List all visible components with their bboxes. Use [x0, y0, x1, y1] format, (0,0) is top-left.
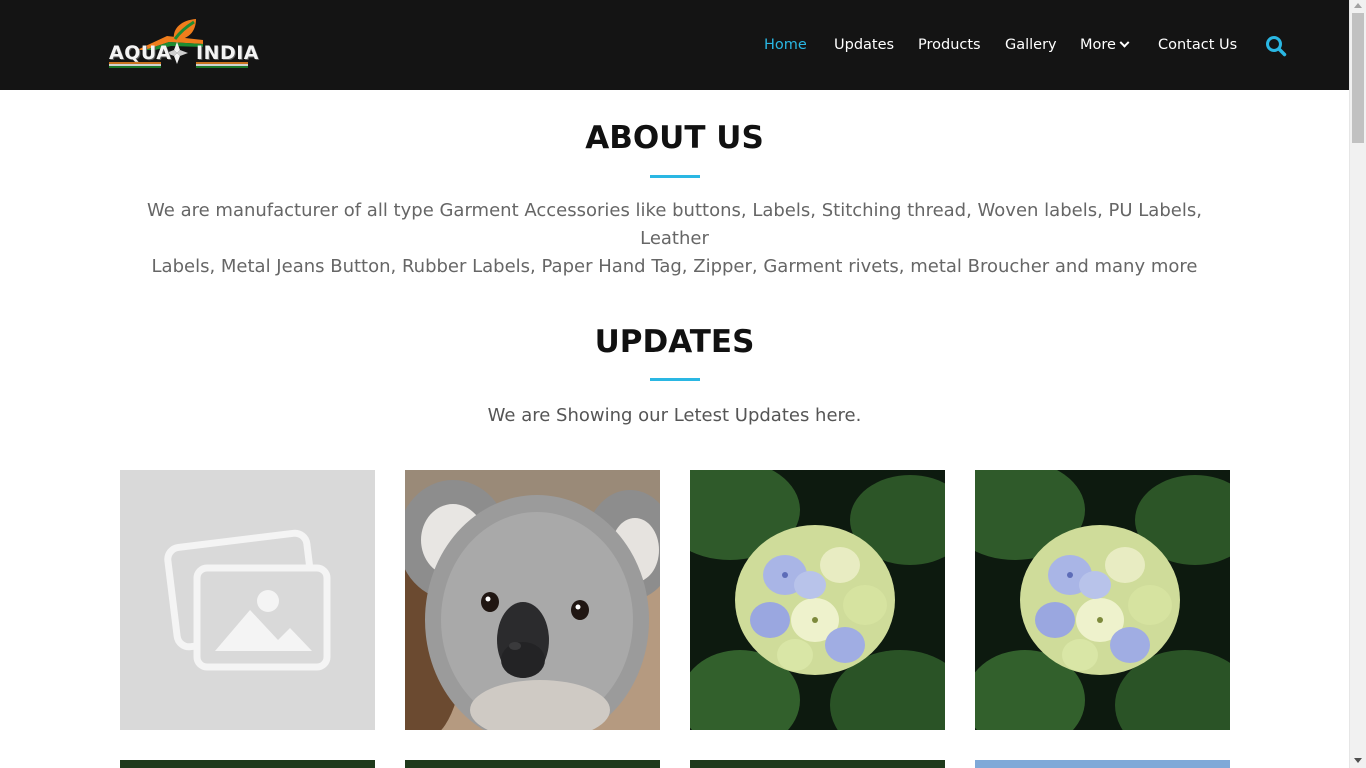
update-card-partial[interactable] [405, 760, 660, 768]
koala-image [405, 470, 660, 730]
updates-subtitle: We are Showing our Letest Updates here. [487, 405, 862, 426]
scroll-up-arrow-icon[interactable] [1354, 3, 1362, 8]
about-us-heading: ABOUT US [585, 120, 764, 156]
update-card-flower[interactable] [690, 470, 945, 730]
vertical-scrollbar[interactable] [1349, 0, 1366, 768]
about-us-description: We are manufacturer of all type Garment … [120, 197, 1229, 281]
about-heading-underline [650, 175, 700, 178]
image-placeholder-icon [164, 529, 331, 671]
updates-heading: UPDATES [594, 324, 755, 360]
chevron-down-icon [1119, 37, 1130, 48]
nav-more-dropdown[interactable]: More [1080, 35, 1130, 55]
nav-updates[interactable]: Updates [834, 35, 894, 55]
site-logo[interactable]: AQUA INDIA [107, 18, 259, 74]
update-card-partial[interactable] [690, 760, 945, 768]
nav-home[interactable]: Home [764, 35, 807, 55]
update-card-koala[interactable] [405, 470, 660, 730]
update-card-placeholder[interactable] [120, 470, 375, 730]
nav-more-label: More [1080, 37, 1116, 53]
hydrangea-image [975, 470, 1230, 730]
search-icon [1266, 36, 1287, 57]
site-header: AQUA INDIA Home Updates Products Gallery… [0, 0, 1349, 90]
browser-viewport: AQUA INDIA Home Updates Products Gallery… [0, 0, 1366, 768]
search-button[interactable] [1265, 35, 1287, 57]
logo-word-aqua: AQUA [109, 42, 172, 64]
scroll-down-arrow-icon[interactable] [1354, 758, 1362, 763]
about-text-line: Labels, Metal Jeans Button, Rubber Label… [151, 256, 1198, 277]
about-text-line: We are manufacturer of all type Garment … [147, 200, 1202, 249]
nav-gallery[interactable]: Gallery [1005, 35, 1057, 55]
update-card-flower[interactable] [975, 470, 1230, 730]
logo-leaf-icon [173, 19, 196, 40]
update-card-partial[interactable] [975, 760, 1230, 768]
nav-products[interactable]: Products [918, 35, 981, 55]
page: AQUA INDIA Home Updates Products Gallery… [0, 0, 1349, 768]
nav-contact-us[interactable]: Contact Us [1158, 35, 1237, 55]
scrollbar-thumb[interactable] [1352, 13, 1364, 143]
hydrangea-image [690, 470, 945, 730]
update-card-partial[interactable] [120, 760, 375, 768]
logo-reflection [196, 62, 248, 68]
logo-word-india: INDIA [196, 42, 260, 64]
logo-reflection [109, 62, 161, 68]
updates-heading-underline [650, 378, 700, 381]
